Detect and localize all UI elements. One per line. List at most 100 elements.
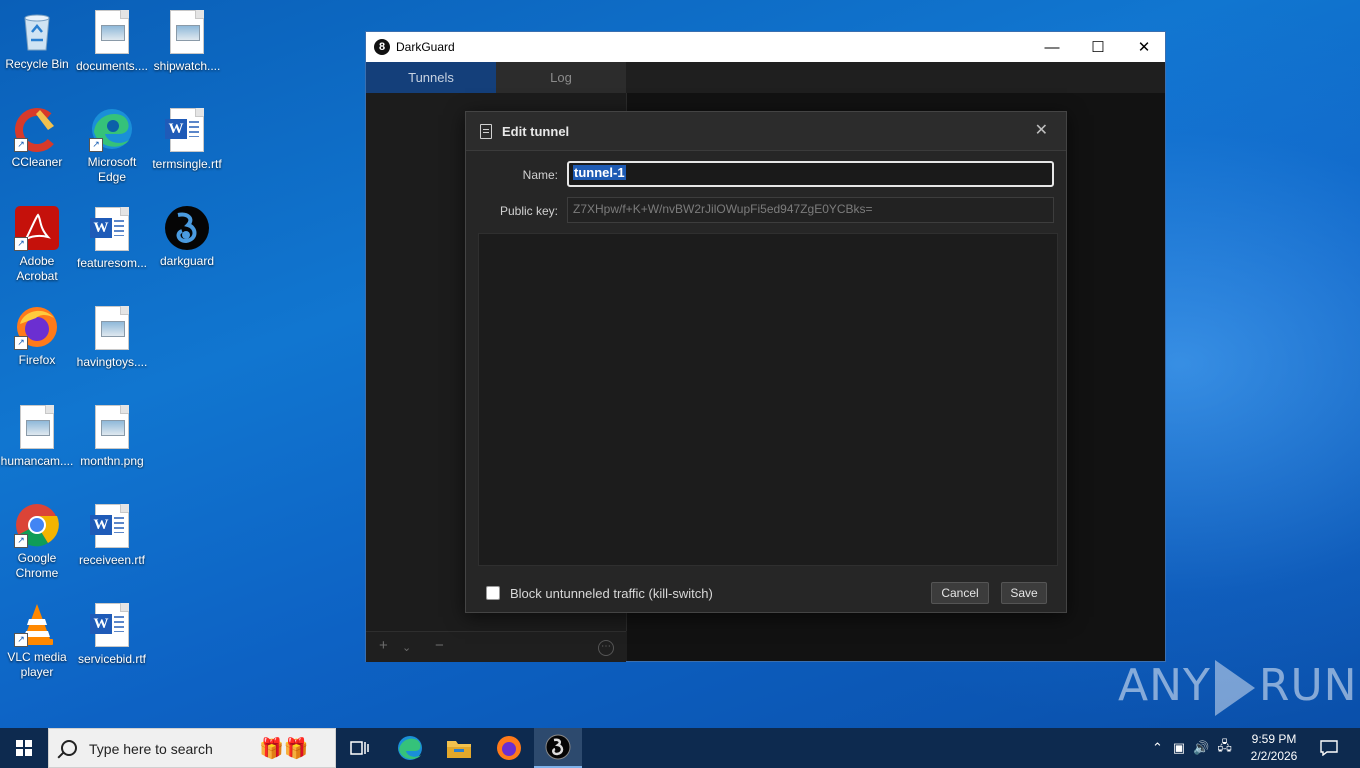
name-label: Name: bbox=[522, 168, 558, 182]
volume-icon[interactable]: 🔊 bbox=[1193, 740, 1209, 756]
desktop-icon-label: Google Chrome bbox=[15, 551, 59, 580]
desktop-icon-recycle-bin[interactable]: Recycle Bin bbox=[0, 8, 74, 72]
desktop-icon-label: documents.... bbox=[75, 59, 149, 73]
window-titlebar[interactable]: 8 DarkGuard — ☐ ✕ bbox=[366, 32, 1165, 62]
dialog-footer: Block untunneled traffic (kill-switch) C… bbox=[466, 574, 1066, 612]
dialog-header: Edit tunnel ✕ bbox=[466, 112, 1066, 151]
cancel-button[interactable]: Cancel bbox=[931, 582, 989, 604]
desktop-icon-label: servicebid.rtf bbox=[77, 652, 147, 666]
desktop-icon-label: termsingle.rtf bbox=[152, 157, 222, 171]
image-file-icon bbox=[170, 10, 204, 54]
desktop-icon-vlc[interactable]: ↗ VLC media player bbox=[0, 601, 74, 680]
save-button[interactable]: Save bbox=[1001, 582, 1047, 604]
taskbar-file-explorer[interactable] bbox=[435, 728, 483, 768]
image-file-icon bbox=[95, 10, 129, 54]
desktop-icon-label: VLC media player bbox=[7, 650, 67, 679]
desktop-icon-label: monthn.png bbox=[80, 454, 144, 468]
more-options-button[interactable]: ⋯ bbox=[598, 640, 614, 656]
config-editor[interactable] bbox=[478, 233, 1058, 566]
public-key-field[interactable]: Z7XHpw/f+K+W/nvBW2rJilOWupFi5ed947ZgE0YC… bbox=[567, 197, 1054, 223]
public-key-label: Public key: bbox=[499, 204, 558, 218]
word-file-icon: W bbox=[90, 504, 129, 548]
close-window-button[interactable]: ✕ bbox=[1121, 32, 1167, 62]
desktop-icon-label: humancam.... bbox=[0, 454, 74, 468]
meet-now-icon[interactable]: ▣ bbox=[1173, 740, 1185, 756]
tunnel-list-toolbar: + ⌄ − ⋯ bbox=[366, 631, 626, 662]
image-file-icon bbox=[95, 405, 129, 449]
maximize-button[interactable]: ☐ bbox=[1075, 32, 1121, 62]
tab-bar: Tunnels Log bbox=[366, 62, 626, 93]
ccleaner-icon: ↗ bbox=[14, 106, 60, 152]
add-tunnel-dropdown-icon[interactable]: ⌄ bbox=[402, 641, 411, 654]
document-icon bbox=[480, 124, 492, 139]
desktop-icon-havingtoys[interactable]: havingtoys.... bbox=[75, 304, 149, 370]
edge-icon bbox=[398, 736, 422, 760]
desktop-icon-termsingle[interactable]: W termsingle.rtf bbox=[150, 106, 224, 172]
chevron-up-icon[interactable]: ⌃ bbox=[1152, 740, 1163, 756]
name-input-value: tunnel-1 bbox=[573, 165, 626, 180]
add-tunnel-button[interactable]: + bbox=[379, 637, 388, 654]
desktop-icon-label: Microsoft Edge bbox=[87, 155, 137, 184]
system-tray: ⌃ ▣ 🔊 🖧 bbox=[1152, 728, 1232, 768]
firefox-icon: ↗ bbox=[14, 304, 60, 350]
clock-date: 2/2/2026 bbox=[1250, 749, 1298, 763]
desktop-icon-featuresom[interactable]: W featuresom... bbox=[75, 205, 149, 271]
taskbar-search[interactable]: Type here to search 🎁🎁 bbox=[48, 728, 336, 768]
desktop-icon-ccleaner[interactable]: ↗ CCleaner bbox=[0, 106, 74, 170]
desktop-icon-label: CCleaner bbox=[11, 155, 63, 169]
search-placeholder: Type here to search bbox=[89, 741, 213, 757]
notifications-button[interactable] bbox=[1306, 728, 1352, 768]
notification-icon bbox=[1320, 740, 1338, 756]
remove-tunnel-button[interactable]: − bbox=[435, 637, 444, 654]
tab-tunnels[interactable]: Tunnels bbox=[366, 62, 496, 93]
chrome-icon: ↗ bbox=[14, 502, 60, 548]
word-file-icon: W bbox=[90, 603, 129, 647]
edge-icon: ↗ bbox=[89, 106, 135, 152]
task-view-button[interactable] bbox=[336, 728, 384, 768]
desktop-icon-humancam[interactable]: humancam.... bbox=[0, 403, 74, 469]
darkguard-icon bbox=[545, 734, 571, 760]
desktop-icon-monthn[interactable]: monthn.png bbox=[75, 403, 149, 469]
darkguard-app-icon: 8 bbox=[374, 39, 390, 55]
dialog-title: Edit tunnel bbox=[502, 124, 570, 139]
windows-logo-icon bbox=[16, 740, 32, 756]
desktop-icon-servicebid[interactable]: W servicebid.rtf bbox=[75, 601, 149, 667]
desktop-icon-shipwatch[interactable]: shipwatch.... bbox=[150, 8, 224, 74]
close-icon[interactable]: ✕ bbox=[1035, 120, 1048, 140]
desktop-icon-label: darkguard bbox=[159, 254, 215, 268]
desktop-icon-documents[interactable]: documents.... bbox=[75, 8, 149, 74]
desktop-icon-adobe-acrobat[interactable]: ↗ Adobe Acrobat bbox=[0, 205, 74, 284]
name-input[interactable]: tunnel-1 bbox=[567, 161, 1054, 187]
folder-icon bbox=[447, 741, 471, 758]
play-icon bbox=[1214, 660, 1255, 716]
window-title: DarkGuard bbox=[396, 40, 455, 54]
firefox-icon bbox=[497, 736, 521, 760]
recycle-bin-icon bbox=[14, 8, 60, 54]
desktop-icon-label: shipwatch.... bbox=[153, 59, 221, 73]
taskbar-darkguard[interactable] bbox=[534, 728, 582, 768]
taskbar-clock[interactable]: 9:59 PM 2/2/2026 bbox=[1236, 731, 1312, 765]
minimize-button[interactable]: — bbox=[1029, 32, 1075, 62]
taskbar-edge[interactable] bbox=[386, 728, 434, 768]
watermark-left: ANY bbox=[1118, 660, 1211, 711]
anyrun-watermark: ANY RUN bbox=[1118, 660, 1358, 716]
watermark-right: RUN bbox=[1258, 660, 1358, 711]
start-button[interactable] bbox=[0, 728, 48, 768]
desktop-icon-darkguard[interactable]: darkguard bbox=[150, 205, 224, 269]
desktop-icon-label: Adobe Acrobat bbox=[16, 254, 58, 283]
word-file-icon: W bbox=[165, 108, 204, 152]
desktop-icon-label: Recycle Bin bbox=[5, 57, 69, 71]
search-icon bbox=[61, 740, 77, 756]
desktop-icon-receiveen[interactable]: W receiveen.rtf bbox=[75, 502, 149, 568]
desktop-icon-label: receiveen.rtf bbox=[78, 553, 146, 567]
taskbar-firefox[interactable] bbox=[485, 728, 533, 768]
desktop-icon-microsoft-edge[interactable]: ↗ Microsoft Edge bbox=[75, 106, 149, 185]
tab-log[interactable]: Log bbox=[496, 62, 626, 93]
killswitch-checkbox[interactable] bbox=[486, 586, 500, 600]
adobe-acrobat-icon: ↗ bbox=[14, 205, 60, 251]
killswitch-label[interactable]: Block untunneled traffic (kill-switch) bbox=[510, 586, 713, 601]
desktop-icon-firefox[interactable]: ↗ Firefox bbox=[0, 304, 74, 368]
network-icon[interactable]: 🖧 bbox=[1217, 737, 1232, 759]
darkguard-icon bbox=[164, 205, 210, 251]
desktop-icon-google-chrome[interactable]: ↗ Google Chrome bbox=[0, 502, 74, 581]
